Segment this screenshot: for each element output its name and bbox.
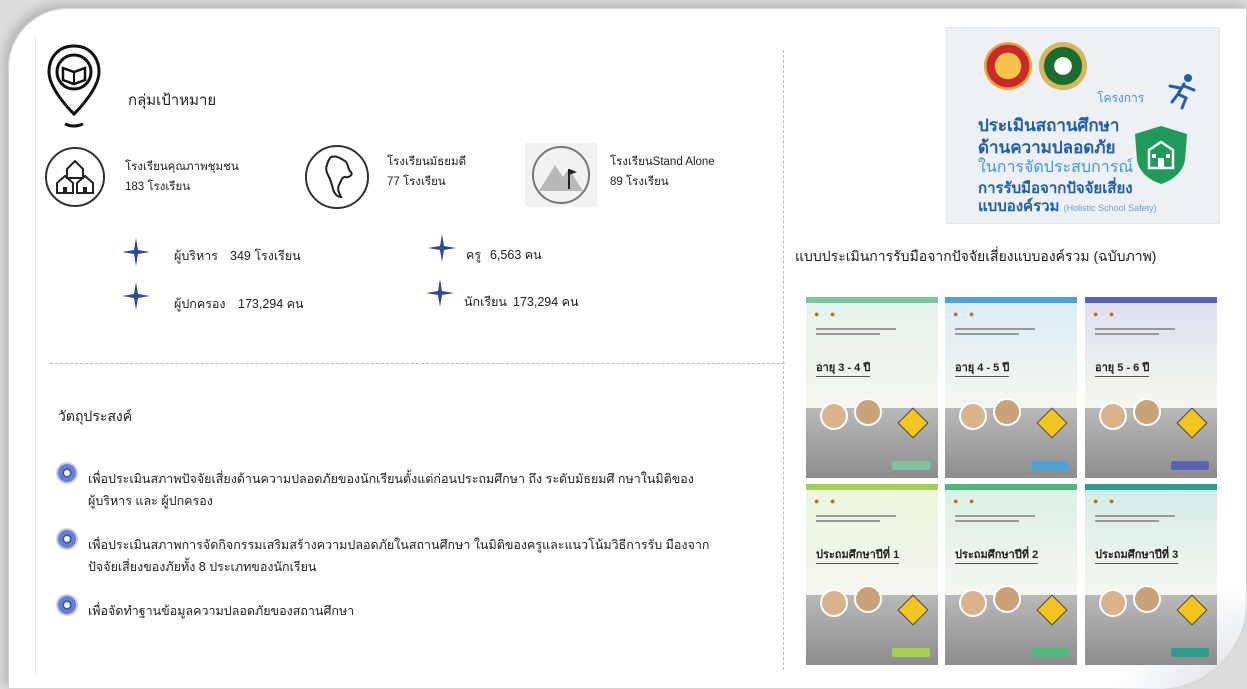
child-photo bbox=[1133, 585, 1161, 613]
cover-title-lines bbox=[1095, 512, 1205, 525]
stat-label: ผู้บริหาร bbox=[174, 249, 218, 263]
cover-level: ประถมศึกษาปีที่ 2 bbox=[955, 545, 1039, 564]
stat-value: 349 โรงเรียน bbox=[230, 249, 301, 263]
assessment-cover: ● ● ประถมศึกษาปีที่ 1 bbox=[806, 484, 938, 665]
objective-text: เพื่อประเมินสภาพปัจจัยเสี่ยงด้านความปลอด… bbox=[88, 468, 768, 512]
cover-title-lines bbox=[955, 325, 1065, 338]
stat-value: 6,563 คน bbox=[490, 248, 542, 262]
cover-label-bar bbox=[1171, 648, 1209, 657]
child-photo bbox=[1133, 398, 1161, 426]
cover-level: ประถมศึกษาปีที่ 1 bbox=[816, 545, 900, 564]
bullet-ring-icon bbox=[58, 596, 76, 614]
child-photo bbox=[1099, 402, 1127, 430]
book-location-pin-icon bbox=[47, 44, 101, 128]
drop-icons: ● ● bbox=[1093, 496, 1119, 506]
thailand-map-icon bbox=[305, 145, 369, 209]
objective-line: ปัจจัยเสี่ยงของภัยทั้ง 8 ประเภทของนักเรี… bbox=[88, 560, 317, 574]
child-photo bbox=[854, 585, 882, 613]
school-name: โรงเรียนคุณภาพชุมชน bbox=[125, 161, 239, 173]
child-photo bbox=[820, 402, 848, 430]
cover-title-lines bbox=[1095, 325, 1205, 338]
project-logo: โครงการ ประเมินสถานศึกษา ด้านความปลอดภัย… bbox=[946, 27, 1220, 224]
child-photo bbox=[1099, 589, 1127, 617]
cover-title-lines bbox=[816, 325, 926, 338]
cover-label-bar bbox=[1031, 648, 1069, 657]
cover-title-lines bbox=[816, 512, 926, 525]
stat-label: นักเรียน bbox=[464, 295, 507, 309]
objective-text: เพื่อจัดทำฐานข้อมูลความปลอดภัยของสถานศึก… bbox=[88, 600, 768, 622]
bullet-ring-icon bbox=[58, 530, 76, 548]
school-count: 183 โรงเรียน bbox=[125, 181, 191, 193]
sparkle-icon bbox=[122, 238, 150, 266]
cover-label-bar bbox=[1171, 461, 1209, 470]
sparkle-icon bbox=[428, 234, 456, 262]
cover-level: ประถมศึกษาปีที่ 3 bbox=[1095, 545, 1179, 564]
school-count: 89 โรงเรียน bbox=[610, 176, 669, 188]
drop-icons: ● ● bbox=[1093, 309, 1119, 319]
page-edge-line bbox=[35, 36, 36, 674]
sparkle-icon bbox=[426, 279, 454, 307]
school-shield-icon bbox=[1135, 126, 1187, 184]
objective-line: เพื่อประเมินสภาพการจัดกิจกรรมเสริมสร้างค… bbox=[88, 538, 710, 552]
bullet-ring-icon bbox=[58, 464, 76, 482]
column-divider bbox=[783, 50, 784, 670]
drop-icons: ● ● bbox=[953, 496, 979, 506]
child-photo bbox=[993, 398, 1021, 426]
assessment-title: แบบประเมินการรับมือจากปัจจัยเสี่ยงแบบองค… bbox=[795, 248, 1157, 264]
stat-value: 173,294 คน bbox=[513, 295, 579, 309]
stat-label: ครู bbox=[466, 248, 482, 262]
cover-level: อายุ 5 - 6 ปี bbox=[1095, 358, 1150, 377]
child-photo bbox=[993, 585, 1021, 613]
drop-icons: ● ● bbox=[953, 309, 979, 319]
objective-text: เพื่อประเมินสภาพการจัดกิจกรรมเสริมสร้างค… bbox=[88, 534, 768, 578]
objective-line: ผู้บริหาร และ ผู้ปกครอง bbox=[88, 494, 213, 508]
section-divider bbox=[50, 363, 785, 364]
university-seal-icon bbox=[1039, 42, 1087, 90]
assessment-cover: ● ● ประถมศึกษาปีที่ 2 bbox=[945, 484, 1077, 665]
ministry-seal-icon bbox=[984, 42, 1032, 90]
child-photo bbox=[820, 589, 848, 617]
school-name: โรงเรียนStand Alone bbox=[610, 156, 715, 168]
drop-icons: ● ● bbox=[814, 496, 840, 506]
cover-level: อายุ 4 - 5 ปี bbox=[955, 358, 1010, 377]
logo-line-th: แบบองค์รวม bbox=[978, 198, 1060, 215]
logo-line-en: (Holistic School Safety) bbox=[1063, 203, 1157, 213]
drop-icons: ● ● bbox=[814, 309, 840, 319]
stat-value: 173,294 คน bbox=[238, 297, 304, 311]
child-photo bbox=[959, 402, 987, 430]
objectives-title: วัตถุประสงค์ bbox=[58, 408, 133, 424]
stat-label: ผู้ปกครอง bbox=[174, 297, 226, 311]
cover-label-bar bbox=[892, 648, 930, 657]
project-label: โครงการ bbox=[1097, 91, 1145, 105]
objective-line: เพื่อประเมินสภาพปัจจัยเสี่ยงด้านความปลอด… bbox=[88, 472, 694, 486]
running-person-icon bbox=[1168, 74, 1196, 110]
sparkle-icon bbox=[122, 282, 150, 310]
child-photo bbox=[854, 398, 882, 426]
mountain-flag-icon bbox=[525, 143, 597, 207]
assessment-cover: ● ● อายุ 5 - 6 ปี bbox=[1085, 297, 1217, 478]
logo-line: แบบองค์รวม (Holistic School Safety) bbox=[978, 194, 1157, 218]
cover-level: อายุ 3 - 4 ปี bbox=[816, 358, 871, 377]
child-photo bbox=[959, 589, 987, 617]
cover-label-bar bbox=[892, 461, 930, 470]
cover-label-bar bbox=[1031, 461, 1069, 470]
assessment-cover: ● ● อายุ 4 - 5 ปี bbox=[945, 297, 1077, 478]
school-count: 77 โรงเรียน bbox=[387, 176, 446, 188]
assessment-cover: ● ● ประถมศึกษาปีที่ 3 bbox=[1085, 484, 1217, 665]
target-group-title: กลุ่มเป้าหมาย bbox=[128, 92, 217, 109]
cover-title-lines bbox=[955, 512, 1065, 525]
houses-icon bbox=[45, 147, 105, 207]
objective-line: เพื่อจัดทำฐานข้อมูลความปลอดภัยของสถานศึก… bbox=[88, 604, 355, 618]
assessment-cover: ● ● อายุ 3 - 4 ปี bbox=[806, 297, 938, 478]
school-name: โรงเรียนมัธยมดี bbox=[387, 156, 467, 168]
